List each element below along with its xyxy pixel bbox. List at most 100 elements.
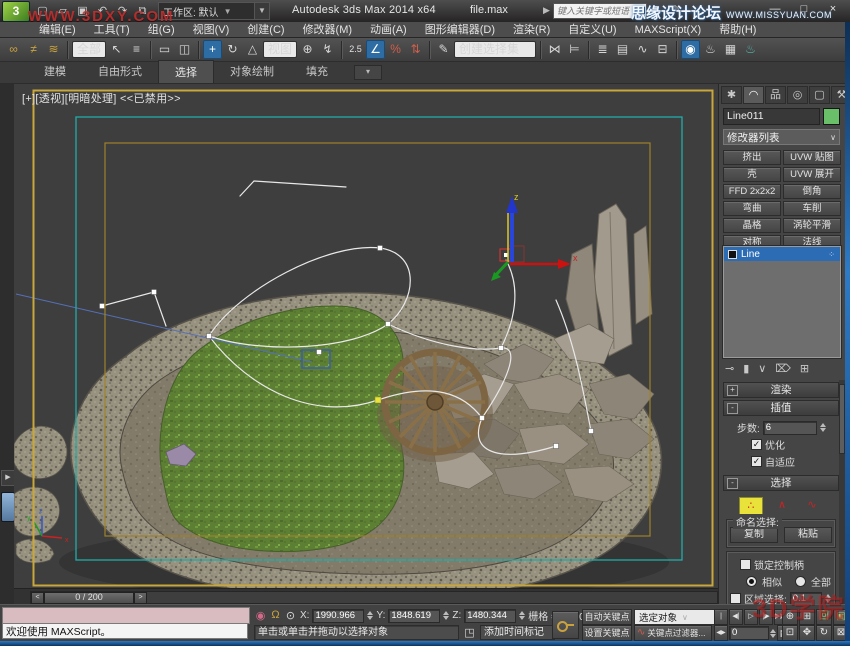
modify-tab[interactable]: ◠ <box>743 86 764 104</box>
angle-snap-icon[interactable]: ∠ <box>366 40 385 59</box>
ribbon-minimize-button[interactable]: ▾ <box>354 65 382 80</box>
ribbon-tab-object-paint[interactable]: 对象绘制 <box>214 60 290 83</box>
app-menu-button[interactable]: 3 <box>2 1 30 22</box>
z-coordinate-field[interactable]: 1480.344 <box>464 609 516 623</box>
modifier-button-1[interactable]: UVW 贴图 <box>783 150 841 165</box>
align-icon[interactable]: ⊨ <box>565 40 584 59</box>
minimize-button[interactable]: — <box>768 0 782 18</box>
modifier-button-0[interactable]: 挤出 <box>723 150 781 165</box>
y-spinner[interactable] <box>443 611 449 620</box>
render-setup-icon[interactable]: ♨ <box>701 40 720 59</box>
create-tab[interactable]: ✱ <box>721 86 742 104</box>
area-spinner[interactable] <box>825 594 831 603</box>
menu-item-1[interactable]: 工具(T) <box>85 22 139 38</box>
all-radio[interactable] <box>795 576 806 587</box>
set-keys-button[interactable] <box>552 611 579 639</box>
layer-manager-icon[interactable]: ≣ <box>593 40 612 59</box>
x-spinner[interactable] <box>367 611 373 620</box>
area-selection-checkbox[interactable] <box>730 593 741 604</box>
object-name-field[interactable]: Line011 <box>723 108 820 125</box>
make-unique-icon[interactable]: ∨ <box>758 362 766 375</box>
ribbon-tab-freeform[interactable]: 自由形式 <box>82 60 158 83</box>
workspace-flyout-button[interactable]: ▼ <box>254 2 270 20</box>
modifier-button-3[interactable]: UVW 展开 <box>783 167 841 182</box>
ribbon-tab-populate[interactable]: 填充 <box>290 60 344 83</box>
selection-set-dropdown[interactable]: 选定对象 ∨ <box>634 609 720 625</box>
select-and-scale-icon[interactable]: △ <box>243 40 262 59</box>
unlink-selection-icon[interactable]: ≠ <box>24 40 43 59</box>
frame-spinner[interactable] <box>770 629 776 638</box>
layout-tab-arrow-icon[interactable]: ▶ <box>1 470 15 486</box>
abs-offset-mode-icon[interactable]: ⊙ <box>284 609 297 622</box>
menu-item-8[interactable]: 渲染(R) <box>504 22 559 38</box>
lock-handles-checkbox[interactable] <box>740 559 751 570</box>
auto-key-button[interactable]: 自动关键点 <box>582 609 632 625</box>
rollout-interpolation-header[interactable]: - 插值 <box>723 400 839 416</box>
modifier-button-5[interactable]: 倒角 <box>783 184 841 199</box>
configure-modifier-sets-icon[interactable]: ⊞ <box>800 362 809 375</box>
modifier-list-dropdown[interactable]: 修改器列表 ∨ <box>723 129 840 145</box>
alike-radio[interactable] <box>746 576 757 587</box>
modifier-button-7[interactable]: 车削 <box>783 201 841 216</box>
time-next-button[interactable]: > <box>134 592 147 604</box>
named-selection-combo[interactable]: 创建选择集 <box>454 41 536 58</box>
search-binoculars-icon[interactable]: ⌕ <box>648 2 663 19</box>
menu-item-2[interactable]: 组(G) <box>139 22 184 38</box>
steps-field[interactable]: 6 <box>763 421 817 435</box>
object-color-swatch[interactable] <box>823 108 840 125</box>
menu-item-5[interactable]: 修改器(M) <box>294 22 362 38</box>
key-mode-toggle[interactable]: ◀▶ <box>714 625 728 641</box>
z-spinner[interactable] <box>519 611 525 620</box>
zoom-region-icon[interactable]: ⊡ <box>782 625 798 641</box>
new-scene-icon[interactable]: ▢ <box>34 3 51 20</box>
menu-item-4[interactable]: 创建(C) <box>238 22 293 38</box>
modifier-button-4[interactable]: FFD 2x2x2 <box>723 184 781 199</box>
snap-toggle-25-icon[interactable]: 2.5 <box>346 40 365 59</box>
x-coordinate-field[interactable]: 1990.966 <box>312 609 364 623</box>
infocenter-pen-icon[interactable]: ✎ <box>669 2 684 19</box>
selection-lock-icon[interactable]: Ω <box>269 609 282 622</box>
zoom-all-icon[interactable]: ⊞ <box>799 609 815 625</box>
previous-frame-button[interactable]: ◀| <box>729 609 743 625</box>
stack-item-line[interactable]: Line ⁘ <box>724 247 840 261</box>
paste-button[interactable]: 粘贴 <box>784 527 832 543</box>
select-and-move-icon[interactable]: + <box>203 40 222 59</box>
time-prev-button[interactable]: < <box>31 592 44 604</box>
save-file-icon[interactable]: ▣ <box>74 3 91 20</box>
go-to-start-button[interactable]: |◀◀ <box>714 609 728 625</box>
set-key-button[interactable]: 设置关键点 <box>582 625 632 641</box>
modifier-stack[interactable]: Line ⁘ <box>723 246 841 358</box>
rect-selection-region-icon[interactable]: ▭ <box>155 40 174 59</box>
vertex-subobject-icon[interactable]: ∴ <box>739 497 763 515</box>
time-slider-button[interactable]: 0 / 200 <box>44 592 134 604</box>
layout-tab-chip[interactable] <box>1 492 15 522</box>
menu-item-6[interactable]: 动画(A) <box>361 22 416 38</box>
menu-item-0[interactable]: 编辑(E) <box>30 22 85 38</box>
y-coordinate-field[interactable]: 1848.619 <box>388 609 440 623</box>
steps-spinner[interactable] <box>820 423 826 432</box>
display-tab[interactable]: ▢ <box>809 86 830 104</box>
menu-item-11[interactable]: 帮助(H) <box>710 22 765 38</box>
motion-tab[interactable]: ◎ <box>787 86 808 104</box>
select-and-rotate-icon[interactable]: ↻ <box>223 40 242 59</box>
copy-button[interactable]: 复制 <box>730 527 778 543</box>
adaptive-checkbox[interactable]: ✓ <box>751 456 762 467</box>
rendered-frame-icon[interactable]: ▦ <box>721 40 740 59</box>
zoom-icon[interactable]: ⊕ <box>782 609 798 625</box>
window-crossing-icon[interactable]: ◫ <box>175 40 194 59</box>
key-filters-button[interactable]: ∿ 关键点过滤器... <box>634 625 712 641</box>
pin-stack-icon[interactable]: ⊸ <box>725 362 734 375</box>
spinner-snap-icon[interactable]: ⇅ <box>406 40 425 59</box>
graphite-ribbon-icon[interactable]: ▤ <box>613 40 632 59</box>
hierarchy-tab[interactable]: 品 <box>765 86 786 104</box>
material-editor-icon[interactable]: ◉ <box>681 40 700 59</box>
select-object-icon[interactable]: ↖ <box>107 40 126 59</box>
select-by-name-icon[interactable]: ≡ <box>127 40 146 59</box>
reference-coord-combo[interactable]: 视图 <box>263 41 297 58</box>
menu-item-3[interactable]: 视图(V) <box>184 22 239 38</box>
maximize-button[interactable]: □ <box>797 0 811 18</box>
perspective-viewport[interactable]: z x zyx [+][透视][明暗处理] <<已禁用>> <box>14 84 718 588</box>
maxscript-listener[interactable]: 欢迎使用 MAXScript。 <box>2 623 248 639</box>
modifier-button-6[interactable]: 弯曲 <box>723 201 781 216</box>
next-frame-button[interactable]: |▶ <box>759 609 773 625</box>
